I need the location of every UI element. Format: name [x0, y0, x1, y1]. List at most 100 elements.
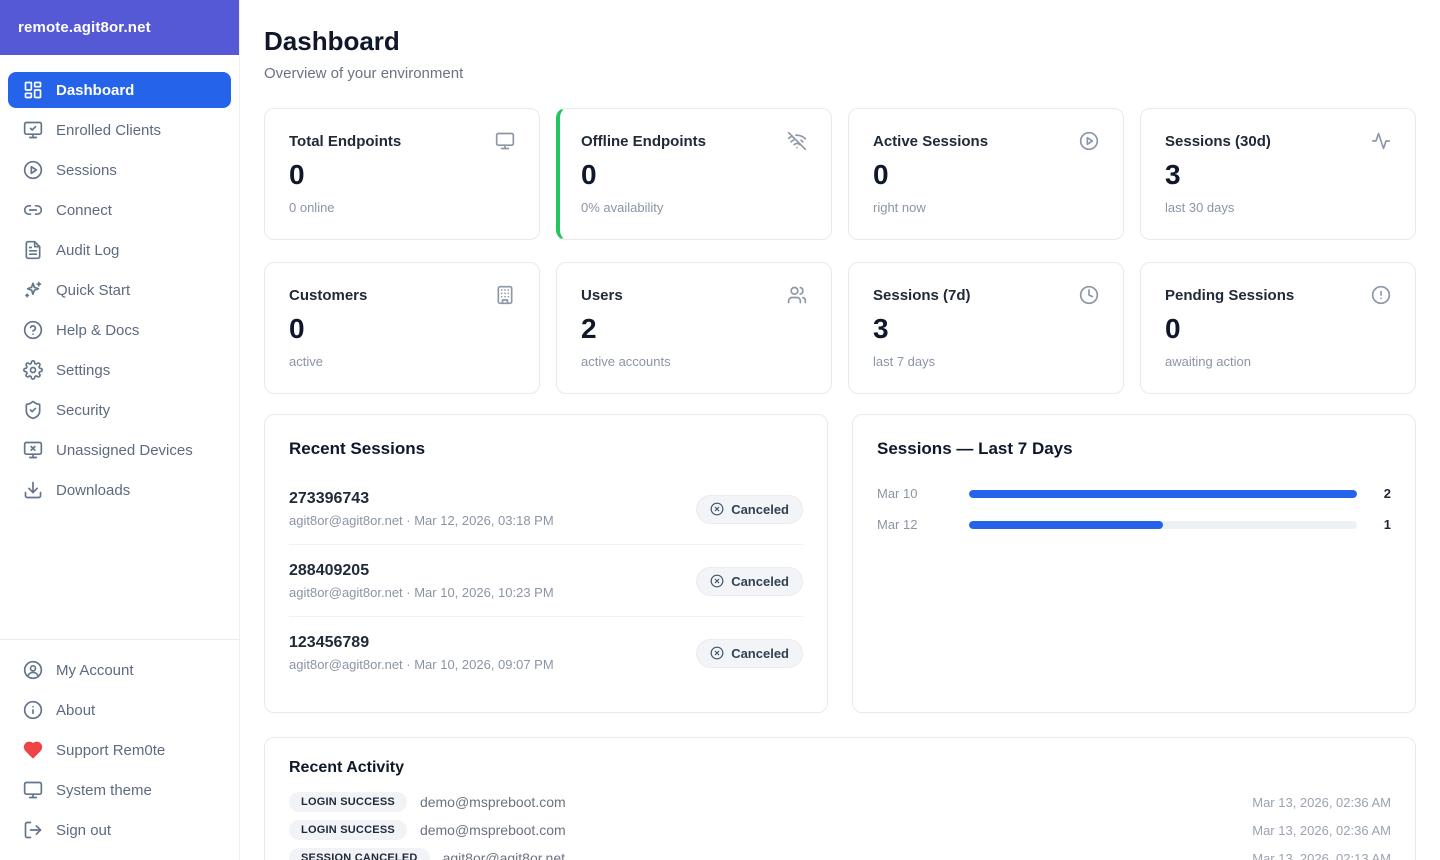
stat-value: 0	[289, 313, 305, 344]
sidebar-item-unassigned-devices[interactable]: Unassigned Devices	[8, 432, 231, 468]
help-circle-icon	[23, 320, 43, 340]
recent-activity-title: Recent Activity	[289, 759, 404, 776]
activity-row: LOGIN SUCCESS demo@mspreboot.com Mar 13,…	[289, 816, 1391, 844]
sidebar-item-about[interactable]: About	[8, 692, 231, 728]
session-row[interactable]: 123456789 agit8or@agit8or.net · Mar 10, …	[289, 617, 803, 688]
session-id: 273396743	[289, 490, 370, 507]
stat-subtext: right now	[873, 200, 926, 215]
stat-label: Customers	[289, 286, 368, 304]
monitor-check-icon	[23, 120, 43, 140]
shield-check-icon	[23, 400, 43, 420]
sidebar-item-label: Connect	[56, 201, 112, 219]
sessions-chart-panel: Sessions — Last 7 Days Mar 10 2 Mar 12 1	[852, 414, 1416, 713]
log-out-icon	[23, 820, 43, 840]
sidebar-item-settings[interactable]: Settings	[8, 352, 231, 388]
activity-list: LOGIN SUCCESS demo@mspreboot.com Mar 13,…	[289, 788, 1391, 860]
stat-card-customers: Customers 0 active	[264, 262, 540, 394]
sidebar-item-audit-log[interactable]: Audit Log	[8, 232, 231, 268]
activity-icon	[1371, 131, 1391, 151]
circle-x-icon	[710, 502, 724, 516]
circle-x-icon	[710, 574, 724, 588]
sidebar-item-label: Help & Docs	[56, 321, 140, 339]
chart-row: Mar 12 1	[877, 517, 1391, 532]
monitor-x-icon	[23, 440, 43, 460]
bar-mar-12	[969, 520, 1163, 529]
stat-subtext: 0% availability	[581, 200, 664, 215]
activity-row: SESSION CANCELED agit8or@agit8or.net Mar…	[289, 844, 1391, 860]
stat-card-offline-endpoints: Offline Endpoints 0 0% availability	[556, 108, 832, 240]
sparkles-icon	[23, 280, 43, 300]
status-label: Canceled	[731, 645, 789, 661]
sidebar-item-security[interactable]: Security	[8, 392, 231, 428]
page-subtitle: Overview of your environment	[264, 65, 464, 82]
bar-mar-10	[969, 489, 1357, 498]
sidebar-item-label: Sign out	[56, 821, 112, 839]
chart-category-label: Mar 12	[877, 517, 918, 532]
session-meta: agit8or@agit8or.net · Mar 10, 2026, 10:2…	[289, 585, 554, 600]
stat-subtext: active accounts	[581, 354, 671, 369]
session-meta: agit8or@agit8or.net · Mar 12, 2026, 03:1…	[289, 513, 554, 528]
recent-sessions-panel: Recent Sessions 273396743 agit8or@agit8o…	[264, 414, 828, 713]
chart-value-label: 2	[1383, 486, 1391, 501]
status-badge: Canceled	[696, 494, 803, 524]
stat-label: Sessions (30d)	[1165, 132, 1271, 150]
sidebar-item-connect[interactable]: Connect	[8, 192, 231, 228]
sidebar-item-label: Unassigned Devices	[56, 441, 193, 459]
stat-card-active-sessions: Active Sessions 0 right now	[848, 108, 1124, 240]
link-icon	[23, 200, 43, 220]
status-badge: Canceled	[696, 566, 803, 596]
sidebar-item-label: My Account	[56, 661, 134, 679]
sidebar-item-enrolled-clients[interactable]: Enrolled Clients	[8, 112, 231, 148]
sidebar-item-label: Sessions	[56, 161, 117, 179]
activity-timestamp: Mar 13, 2026, 02:36 AM	[1252, 794, 1391, 810]
sessions-list: 273396743 agit8or@agit8or.net · Mar 12, …	[289, 473, 803, 688]
stat-card-pending-sessions: Pending Sessions 0 awaiting action	[1140, 262, 1416, 394]
users-icon	[787, 285, 807, 305]
dashboard-grid-icon	[23, 80, 43, 100]
stat-value: 2	[581, 313, 597, 344]
stat-subtext: last 30 days	[1165, 200, 1235, 215]
activity-badge: SESSION CANCELED	[289, 848, 430, 860]
session-meta: agit8or@agit8or.net · Mar 10, 2026, 09:0…	[289, 657, 554, 672]
brand-name: remote.agit8or.net	[18, 19, 151, 36]
activity-badge: LOGIN SUCCESS	[289, 792, 407, 812]
sidebar-item-my-account[interactable]: My Account	[8, 652, 231, 688]
stat-value: 0	[289, 159, 305, 190]
main-content: Dashboard Overview of your environment T…	[240, 0, 1440, 860]
session-row[interactable]: 273396743 agit8or@agit8or.net · Mar 12, …	[289, 473, 803, 545]
session-id: 123456789	[289, 634, 370, 651]
sidebar-item-system-theme[interactable]: System theme	[8, 772, 231, 808]
sidebar-item-sessions[interactable]: Sessions	[8, 152, 231, 188]
sidebar-item-help-docs[interactable]: Help & Docs	[8, 312, 231, 348]
status-label: Canceled	[731, 573, 789, 589]
session-id: 288409205	[289, 562, 370, 579]
stat-subtext: awaiting action	[1165, 354, 1251, 369]
sidebar-item-quick-start[interactable]: Quick Start	[8, 272, 231, 308]
sidebar-item-downloads[interactable]: Downloads	[8, 472, 231, 508]
sidebar-item-dashboard[interactable]: Dashboard	[8, 72, 231, 108]
sidebar-item-label: Settings	[56, 361, 111, 379]
brand-header: remote.agit8or.net	[0, 0, 239, 55]
stat-card-sessions-7d: Sessions (7d) 3 last 7 days	[848, 262, 1124, 394]
gear-icon	[23, 360, 43, 380]
circle-x-icon	[710, 646, 724, 660]
stat-value: 0	[1165, 313, 1181, 344]
session-row[interactable]: 288409205 agit8or@agit8or.net · Mar 10, …	[289, 545, 803, 617]
sidebar-item-label: Enrolled Clients	[56, 121, 162, 139]
sidebar-item-label: Security	[56, 401, 111, 419]
stats-grid: Total Endpoints 0 0 online Offline Endpo…	[264, 108, 1416, 394]
building-icon	[495, 285, 515, 305]
activity-subject: demo@mspreboot.com	[419, 822, 566, 838]
sidebar-item-sign-out[interactable]: Sign out	[8, 812, 231, 848]
sidebar-item-label: Support Rem0te	[56, 741, 166, 759]
activity-subject: agit8or@agit8or.net	[442, 850, 565, 860]
stat-card-users: Users 2 active accounts	[556, 262, 832, 394]
status-badge: Canceled	[696, 638, 803, 668]
play-circle-icon	[1079, 131, 1099, 151]
user-circle-icon	[23, 660, 43, 680]
stat-subtext: last 7 days	[873, 354, 936, 369]
sidebar-nav: Dashboard Enrolled Clients Sessions Conn…	[0, 55, 239, 508]
sidebar-item-support[interactable]: Support Rem0te	[8, 732, 231, 768]
activity-badge: LOGIN SUCCESS	[289, 820, 407, 840]
stat-card-total-endpoints: Total Endpoints 0 0 online	[264, 108, 540, 240]
